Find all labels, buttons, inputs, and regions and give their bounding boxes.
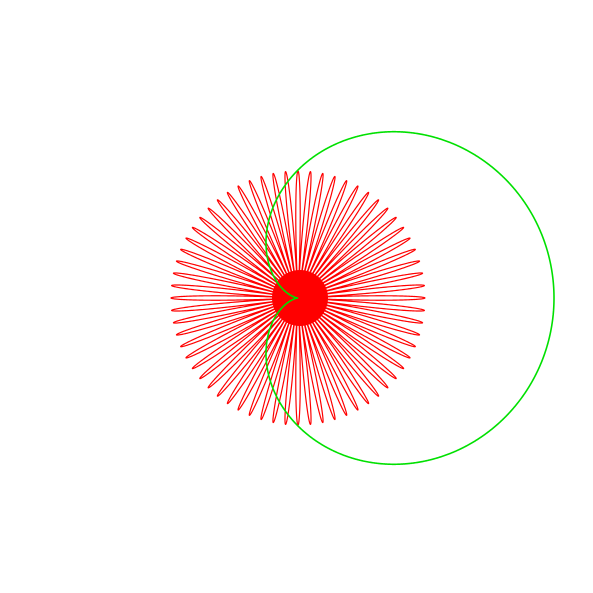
rose-core (272, 270, 328, 326)
drawing-canvas (0, 0, 593, 593)
curves-plot (0, 0, 593, 593)
